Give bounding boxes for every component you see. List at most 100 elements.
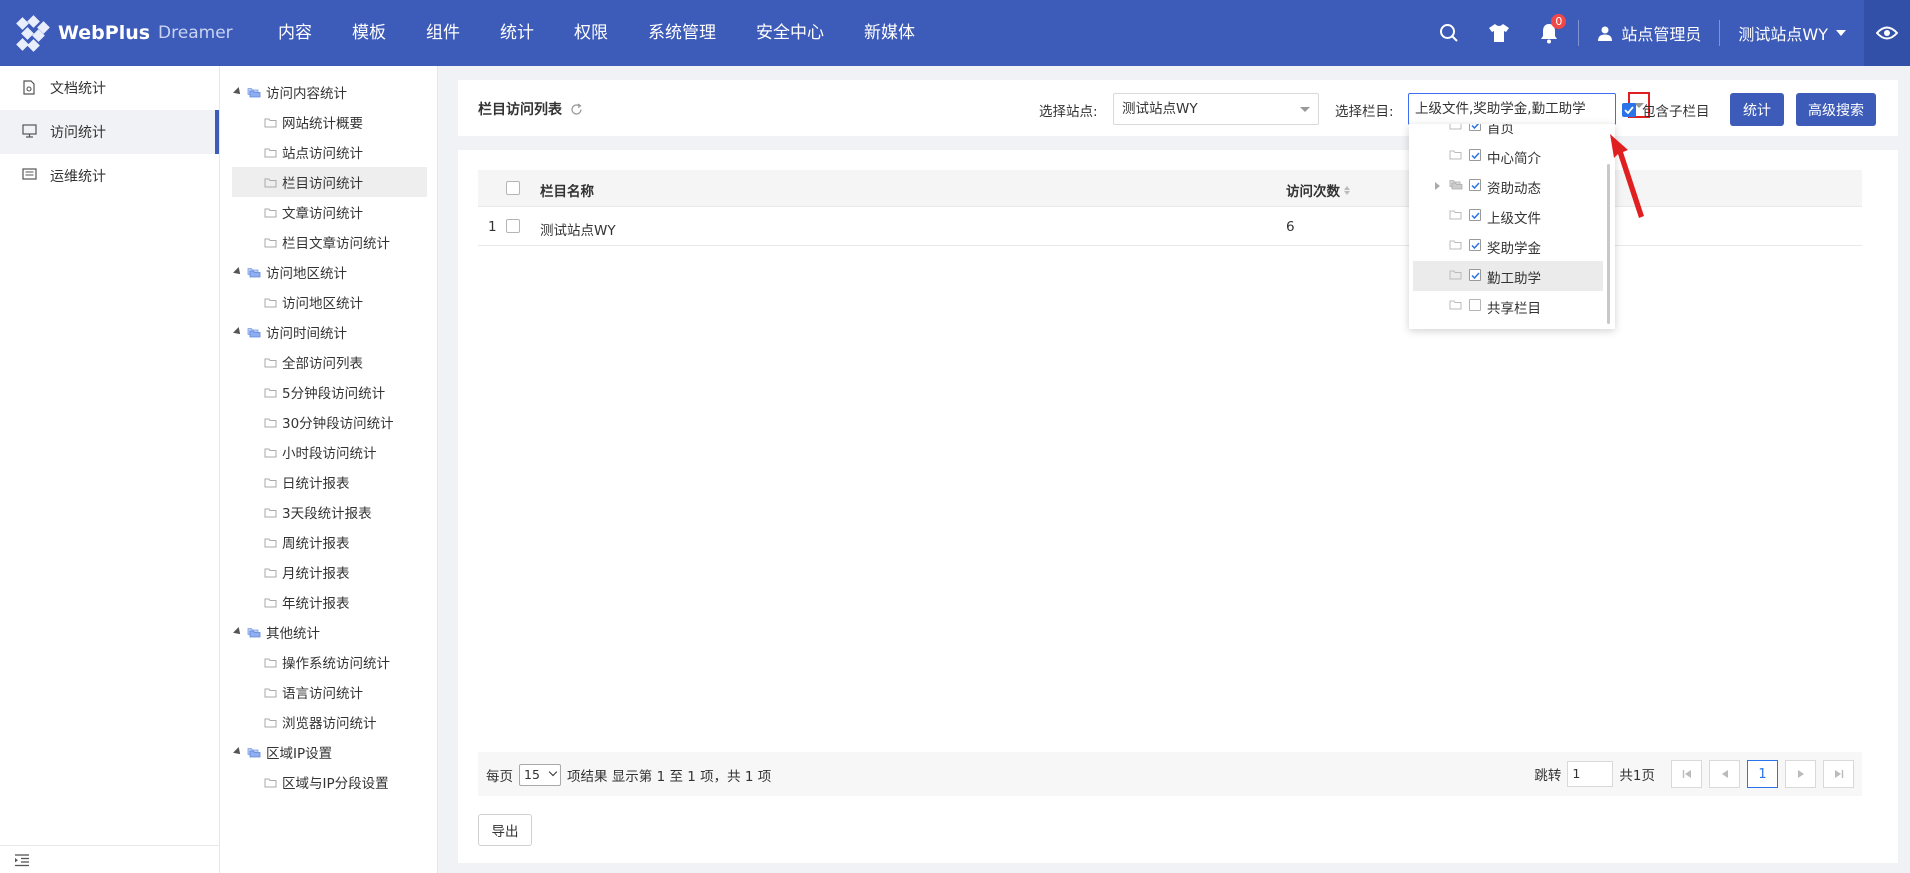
sidebar-item-label: 运维统计 (50, 169, 106, 185)
tree-item[interactable]: 年统计报表 (220, 587, 437, 617)
tree-item-label: 月统计报表 (282, 566, 350, 582)
refresh-icon[interactable] (570, 103, 583, 116)
row-checkbox[interactable] (506, 219, 520, 233)
option-checkbox[interactable] (1469, 124, 1481, 131)
option-label: 首页 (1487, 124, 1514, 137)
include-subcolumns-checkbox[interactable]: 包含子栏目 (1622, 100, 1710, 120)
expand-triangle-icon[interactable] (233, 267, 243, 277)
sidebar-item-ops-stats[interactable]: 运维统计 (0, 154, 219, 198)
expand-triangle-icon[interactable] (233, 627, 243, 637)
stats-tree: 访问内容统计 网站统计概要 站点访问统计 栏目访问统计文章访问统计栏目文章访问统计 访问… (220, 66, 438, 873)
sidebar-item-visit-stats[interactable]: 访问统计 (0, 110, 219, 154)
stat-button[interactable]: 统计 (1730, 93, 1784, 126)
tree-item[interactable]: 浏览器访问统计 (220, 707, 437, 737)
folder-group-icon (247, 267, 261, 278)
tree-item[interactable]: 栏目文章访问统计 (220, 227, 437, 257)
tree-item[interactable]: 日统计报表 (220, 467, 437, 497)
tree-item[interactable]: 5分钟段访问统计 (220, 377, 437, 407)
site-select-label: 选择站点: (1039, 104, 1098, 120)
tree-item[interactable]: 网站统计概要 (220, 107, 437, 137)
nav-statistics[interactable]: 统计 (480, 0, 554, 66)
dropdown-option[interactable]: 上级文件 (1413, 201, 1603, 231)
tree-item[interactable]: 全部访问列表 (220, 347, 437, 377)
nav-content[interactable]: 内容 (258, 0, 332, 66)
jump-input[interactable]: 1 (1567, 761, 1614, 787)
tree-group[interactable]: 其他统计 (220, 617, 437, 647)
nav-security[interactable]: 安全中心 (736, 0, 844, 66)
tree-item[interactable]: 周统计报表 (220, 527, 437, 557)
tree-item[interactable]: 站点访问统计 (220, 137, 437, 167)
option-checkbox[interactable] (1469, 209, 1481, 221)
option-checkbox[interactable] (1469, 179, 1481, 191)
tree-item[interactable]: 30分钟段访问统计 (220, 407, 437, 437)
user-menu[interactable]: 站点管理员 (1583, 21, 1715, 45)
tree-item[interactable]: 3天段统计报表 (220, 497, 437, 527)
prev-page-button[interactable] (1709, 760, 1740, 788)
first-page-button[interactable] (1671, 760, 1702, 788)
tree-group[interactable]: 访问内容统计 (220, 77, 437, 107)
expand-triangle-icon[interactable] (1435, 182, 1440, 190)
option-checkbox[interactable] (1469, 299, 1481, 311)
page-nav: 跳转 1 共1页 1 (1534, 760, 1854, 788)
option-checkbox[interactable] (1469, 269, 1481, 281)
tree-item[interactable]: 操作系统访问统计 (220, 647, 437, 677)
folder-icon (264, 507, 277, 518)
dropdown-option[interactable]: 资助动态 (1413, 171, 1603, 201)
dropdown-option[interactable]: 共享栏目 (1413, 291, 1603, 321)
brand-logo[interactable]: WebPlus Dreamer (0, 0, 240, 66)
tree-group[interactable]: 访问时间统计 (220, 317, 437, 347)
sidebar-item-document-stats[interactable]: 文档统计 (0, 66, 219, 110)
tree-item[interactable]: 月统计报表 (220, 557, 437, 587)
folder-icon (264, 387, 277, 398)
bell-icon[interactable]: 0 (1524, 0, 1574, 66)
expand-triangle-icon[interactable] (233, 327, 243, 337)
tree-item[interactable]: 区域与IP分段设置 (220, 767, 437, 797)
folder-icon (264, 207, 277, 218)
expand-triangle-icon[interactable] (233, 747, 243, 757)
site-select[interactable]: 测试站点WY (1113, 93, 1319, 125)
nav-component[interactable]: 组件 (406, 0, 480, 66)
tree-item-label: 文章访问统计 (282, 206, 363, 222)
tree-item-label: 其他统计 (266, 626, 320, 642)
dropdown-option[interactable]: 中心简介 (1413, 141, 1603, 171)
tree-item[interactable]: 栏目访问统计 (232, 167, 427, 197)
pagination: 每页 15 项结果 显示第 1 至 1 项，共 1 项 跳转 1 共1页 1 (478, 752, 1862, 796)
folder-icon (1449, 209, 1462, 220)
tree-item[interactable]: 访问地区统计 (220, 287, 437, 317)
next-page-button[interactable] (1785, 760, 1816, 788)
page-1-button[interactable]: 1 (1747, 760, 1778, 788)
advanced-search-button[interactable]: 高级搜索 (1796, 93, 1876, 126)
export-button[interactable]: 导出 (478, 814, 532, 846)
nav-new-media[interactable]: 新媒体 (844, 0, 935, 66)
tree-group[interactable]: 访问地区统计 (220, 257, 437, 287)
nav-template[interactable]: 模板 (332, 0, 406, 66)
nav-permission[interactable]: 权限 (554, 0, 628, 66)
sidebar-item-label: 文档统计 (50, 81, 106, 97)
column-header-count[interactable]: 访问次数 (1286, 180, 1350, 200)
dropdown-option[interactable]: 首页 (1413, 124, 1603, 141)
last-page-button[interactable] (1823, 760, 1854, 788)
collapse-sidebar-button[interactable] (0, 845, 220, 873)
dropdown-option[interactable]: 奖助学金 (1413, 231, 1603, 261)
tree-group[interactable]: 区域IP设置 (220, 737, 437, 767)
tree-item[interactable]: 小时段访问统计 (220, 437, 437, 467)
option-checkbox[interactable] (1469, 239, 1481, 251)
column-header-name[interactable]: 栏目名称 (540, 180, 594, 200)
top-nav: 内容 模板 组件 统计 权限 系统管理 安全中心 新媒体 (258, 0, 935, 66)
page-size-select[interactable]: 15 (519, 764, 561, 786)
tree-item[interactable]: 文章访问统计 (220, 197, 437, 227)
site-switcher[interactable]: 测试站点WY (1724, 21, 1864, 45)
expand-triangle-icon[interactable] (233, 87, 243, 97)
column-select[interactable]: 上级文件,奖助学金,勤工助学 (1408, 93, 1616, 125)
brand-sub: Dreamer (158, 23, 233, 43)
select-all-checkbox[interactable] (506, 181, 520, 195)
indent-icon (15, 853, 29, 866)
search-icon[interactable] (1424, 0, 1474, 66)
theme-shirt-icon[interactable] (1474, 0, 1524, 66)
eye-icon[interactable] (1864, 0, 1910, 66)
dropdown-option[interactable]: 勤工助学 (1413, 261, 1603, 291)
folder-icon (264, 477, 277, 488)
nav-system[interactable]: 系统管理 (628, 0, 736, 66)
option-checkbox[interactable] (1469, 149, 1481, 161)
tree-item[interactable]: 语言访问统计 (220, 677, 437, 707)
